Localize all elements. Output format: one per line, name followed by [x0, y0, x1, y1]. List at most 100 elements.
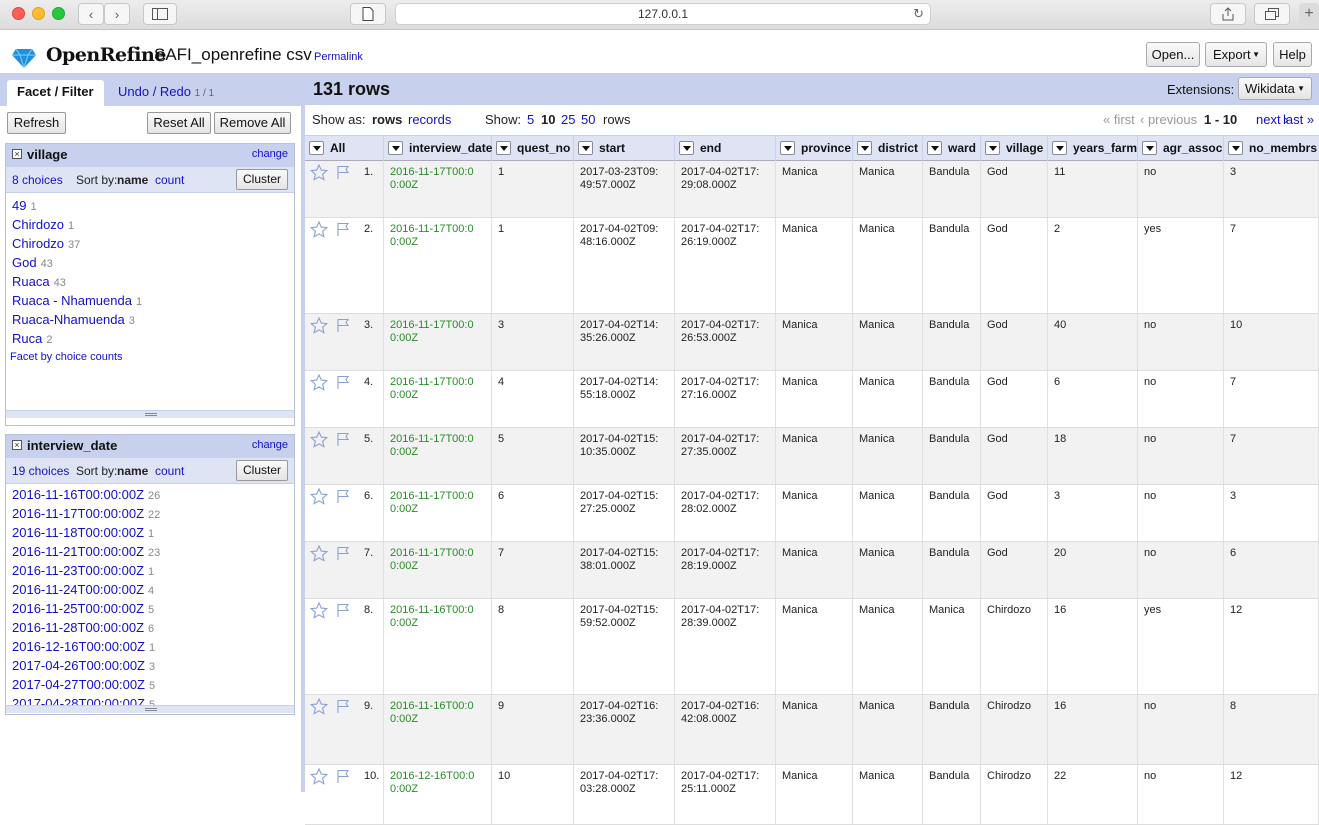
cell-no-membrs[interactable]: 12: [1224, 599, 1319, 694]
open-button[interactable]: Open...: [1146, 42, 1200, 67]
cell-years-farm[interactable]: 22: [1048, 765, 1138, 824]
flag-icon[interactable]: [336, 318, 352, 333]
cell-province[interactable]: Manica: [776, 599, 853, 694]
choice-name[interactable]: 2017-04-27T00:00:00Z: [12, 677, 145, 692]
facet-choice[interactable]: God 43: [6, 253, 294, 272]
cell-district[interactable]: Manica: [853, 485, 923, 541]
reload-icon[interactable]: ↻: [913, 4, 924, 24]
column-header[interactable]: quest_no: [492, 136, 574, 161]
export-button[interactable]: Export ▼: [1205, 42, 1267, 67]
cell-interview-date[interactable]: 2016-12-16T00:00:00Z: [384, 765, 492, 824]
choice-name[interactable]: 2016-12-16T00:00:00Z: [12, 639, 145, 654]
cell-district[interactable]: Manica: [853, 428, 923, 484]
cell-years-farm[interactable]: 16: [1048, 599, 1138, 694]
sort-by-count[interactable]: count: [155, 464, 184, 478]
cell-village[interactable]: Chirodzo: [981, 765, 1048, 824]
cell-end[interactable]: 2017-04-02T17:28:19.000Z: [675, 542, 776, 598]
project-name[interactable]: SAFI_openrefine csv: [154, 45, 312, 65]
page-size-25[interactable]: 25: [561, 112, 575, 127]
cell-province[interactable]: Manica: [776, 695, 853, 764]
cell-end[interactable]: 2017-04-02T16:42:08.000Z: [675, 695, 776, 764]
column-header-all[interactable]: All: [305, 136, 384, 161]
cell-province[interactable]: Manica: [776, 218, 853, 313]
tabs-overview-button[interactable]: [1254, 3, 1290, 25]
facet-change-link[interactable]: change: [252, 148, 288, 160]
sidebar-toggle-button[interactable]: [143, 3, 177, 25]
column-menu-icon[interactable]: [780, 141, 795, 155]
sort-by-count[interactable]: count: [155, 173, 184, 187]
cluster-button[interactable]: Cluster: [236, 169, 288, 190]
cell-province[interactable]: Manica: [776, 371, 853, 427]
star-icon[interactable]: [310, 488, 328, 505]
cell-years-farm[interactable]: 16: [1048, 695, 1138, 764]
cell-quest-no[interactable]: 10: [492, 765, 574, 824]
facet-choices[interactable]: 2016-11-16T00:00:00Z 26 2016-11-17T00:00:…: [6, 484, 294, 713]
cell-end[interactable]: 2017-04-02T17:27:16.000Z: [675, 371, 776, 427]
cell-no-membrs[interactable]: 3: [1224, 161, 1319, 217]
flag-icon[interactable]: [336, 489, 352, 504]
cell-years-farm[interactable]: 2: [1048, 218, 1138, 313]
cell-interview-date[interactable]: 2016-11-17T00:00:00Z: [384, 371, 492, 427]
cell-district[interactable]: Manica: [853, 161, 923, 217]
facet-resize-handle[interactable]: [6, 410, 294, 418]
flag-icon[interactable]: [336, 222, 352, 237]
cell-start[interactable]: 2017-04-02T15:38:01.000Z: [574, 542, 675, 598]
cell-ward[interactable]: Bandula: [923, 695, 981, 764]
cell-agr-assoc[interactable]: no: [1138, 485, 1224, 541]
cell-district[interactable]: Manica: [853, 371, 923, 427]
star-icon[interactable]: [310, 602, 328, 619]
star-icon[interactable]: [310, 698, 328, 715]
cluster-button[interactable]: Cluster: [236, 460, 288, 481]
choices-count-link[interactable]: 8 choices: [12, 173, 63, 187]
help-button[interactable]: Help: [1273, 42, 1312, 67]
choice-name[interactable]: 2016-11-28T00:00:00Z: [12, 620, 144, 635]
choice-name[interactable]: 2017-04-26T00:00:00Z: [12, 658, 145, 673]
column-header[interactable]: district: [853, 136, 923, 161]
column-header[interactable]: ward: [923, 136, 981, 161]
choice-name[interactable]: Chirdozo: [12, 217, 64, 232]
cell-province[interactable]: Manica: [776, 161, 853, 217]
cell-interview-date[interactable]: 2016-11-17T00:00:00Z: [384, 218, 492, 313]
choice-name[interactable]: 2016-11-18T00:00:00Z: [12, 525, 144, 540]
cell-district[interactable]: Manica: [853, 599, 923, 694]
cell-no-membrs[interactable]: 6: [1224, 542, 1319, 598]
flag-icon[interactable]: [336, 769, 352, 784]
cell-no-membrs[interactable]: 7: [1224, 371, 1319, 427]
cell-interview-date[interactable]: 2016-11-17T00:00:00Z: [384, 485, 492, 541]
facet-choice[interactable]: 2016-11-23T00:00:00Z 1: [6, 561, 294, 580]
cell-agr-assoc[interactable]: no: [1138, 428, 1224, 484]
facet-choice[interactable]: 2016-12-16T00:00:00Z 1: [6, 637, 294, 656]
cell-agr-assoc[interactable]: yes: [1138, 599, 1224, 694]
facet-change-link[interactable]: change: [252, 439, 288, 451]
cell-agr-assoc[interactable]: no: [1138, 542, 1224, 598]
cell-ward[interactable]: Bandula: [923, 542, 981, 598]
tab-undo-redo[interactable]: Undo / Redo 1 / 1: [108, 80, 224, 106]
cell-no-membrs[interactable]: 12: [1224, 765, 1319, 824]
column-menu-icon[interactable]: [927, 141, 942, 155]
cell-agr-assoc[interactable]: no: [1138, 765, 1224, 824]
cell-village[interactable]: God: [981, 485, 1048, 541]
minimize-window-button[interactable]: [32, 7, 45, 20]
column-menu-icon[interactable]: [496, 141, 511, 155]
reader-button[interactable]: [350, 3, 386, 25]
first-page-link[interactable]: « first: [1103, 112, 1135, 127]
zoom-window-button[interactable]: [52, 7, 65, 20]
cell-interview-date[interactable]: 2016-11-16T00:00:00Z: [384, 599, 492, 694]
refresh-button[interactable]: Refresh: [7, 112, 66, 134]
cell-end[interactable]: 2017-04-02T17:26:19.000Z: [675, 218, 776, 313]
flag-icon[interactable]: [336, 699, 352, 714]
star-icon[interactable]: [310, 317, 328, 334]
column-menu-icon[interactable]: [1228, 141, 1243, 155]
cell-no-membrs[interactable]: 3: [1224, 485, 1319, 541]
choice-name[interactable]: Ruaca: [12, 274, 50, 289]
cell-village[interactable]: Chirodzo: [981, 695, 1048, 764]
page-size-50[interactable]: 50: [581, 112, 595, 127]
cell-start[interactable]: 2017-04-02T15:27:25.000Z: [574, 485, 675, 541]
facet-choice[interactable]: 2016-11-25T00:00:00Z 5: [6, 599, 294, 618]
extensions-dropdown[interactable]: Wikidata ▼: [1238, 77, 1312, 100]
choice-name[interactable]: 2016-11-17T00:00:00Z: [12, 506, 144, 521]
facet-choice[interactable]: 2017-04-26T00:00:00Z 3: [6, 656, 294, 675]
cell-village[interactable]: God: [981, 542, 1048, 598]
cell-ward[interactable]: Bandula: [923, 161, 981, 217]
cell-start[interactable]: 2017-03-23T09:49:57.000Z: [574, 161, 675, 217]
